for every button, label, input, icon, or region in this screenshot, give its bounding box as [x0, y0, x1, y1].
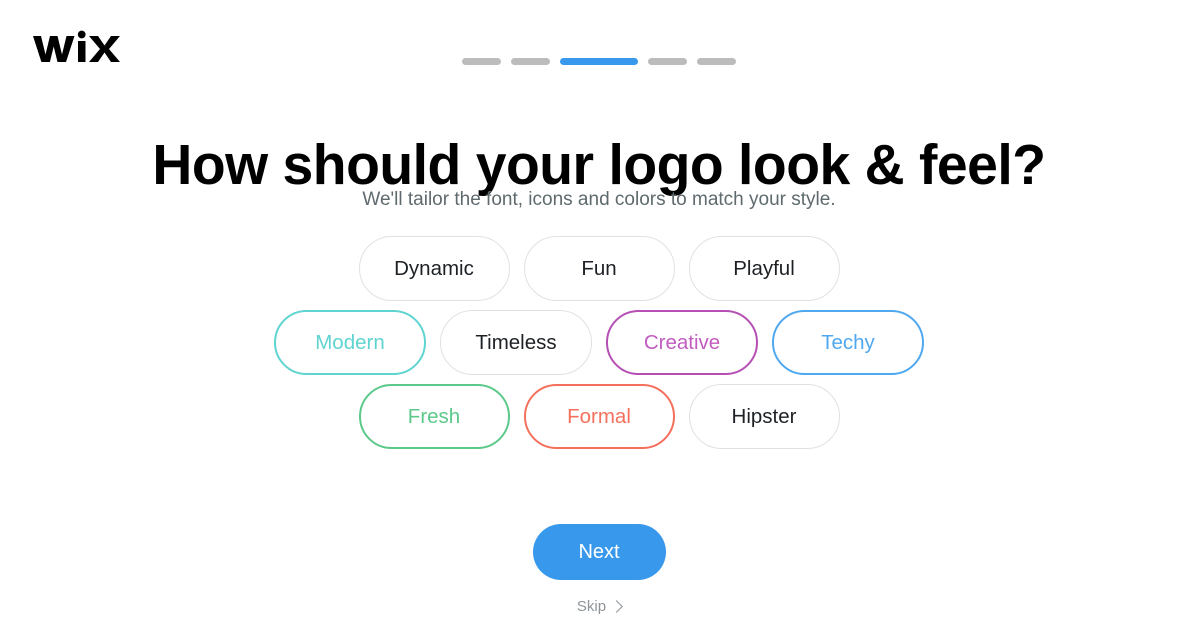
style-option-label: Creative [643, 330, 721, 354]
progress-indicator [0, 58, 1198, 65]
style-option-label: Playful [733, 256, 795, 280]
page-subtitle: We'll tailor the font, icons and colors … [362, 189, 836, 210]
style-option-label: Techy [821, 330, 875, 354]
progress-step-4 [648, 58, 687, 65]
style-option-fresh[interactable]: Fresh [358, 384, 510, 449]
style-option-label: Formal [567, 404, 631, 428]
style-row-3: Fresh Formal Hipster [358, 384, 840, 449]
style-option-modern[interactable]: Modern [274, 310, 426, 375]
progress-step-3 [560, 58, 638, 65]
progress-step-2 [511, 58, 550, 65]
style-option-dynamic[interactable]: Dynamic [358, 236, 510, 301]
style-option-creative[interactable]: Creative [606, 310, 758, 375]
style-row-1: Dynamic Fun Playful [358, 236, 840, 301]
skip-link[interactable]: Skip [576, 598, 623, 615]
style-option-timeless[interactable]: Timeless [440, 310, 592, 375]
style-option-playful[interactable]: Playful [688, 236, 840, 301]
progress-step-1 [462, 58, 501, 65]
style-option-formal[interactable]: Formal [523, 384, 675, 449]
style-options: Dynamic Fun Playful Modern Timeless Crea… [0, 236, 1198, 449]
style-option-fun[interactable]: Fun [523, 236, 675, 301]
style-option-label: Timeless [475, 330, 557, 354]
chevron-right-icon [610, 600, 623, 613]
style-option-hipster[interactable]: Hipster [688, 384, 840, 449]
skip-link-label: Skip [576, 598, 607, 615]
next-button[interactable]: Next [532, 524, 666, 580]
next-button-container: Next [0, 524, 1198, 580]
style-option-label: Fun [581, 256, 617, 280]
style-option-label: Fresh [407, 404, 461, 428]
style-option-label: Modern [315, 330, 385, 354]
skip-link-container: Skip [0, 598, 1198, 615]
style-row-2: Modern Timeless Creative Techy [274, 310, 924, 375]
style-option-label: Hipster [731, 404, 797, 428]
style-option-techy[interactable]: Techy [772, 310, 924, 375]
progress-step-5 [697, 58, 736, 65]
style-option-label: Dynamic [394, 256, 474, 280]
